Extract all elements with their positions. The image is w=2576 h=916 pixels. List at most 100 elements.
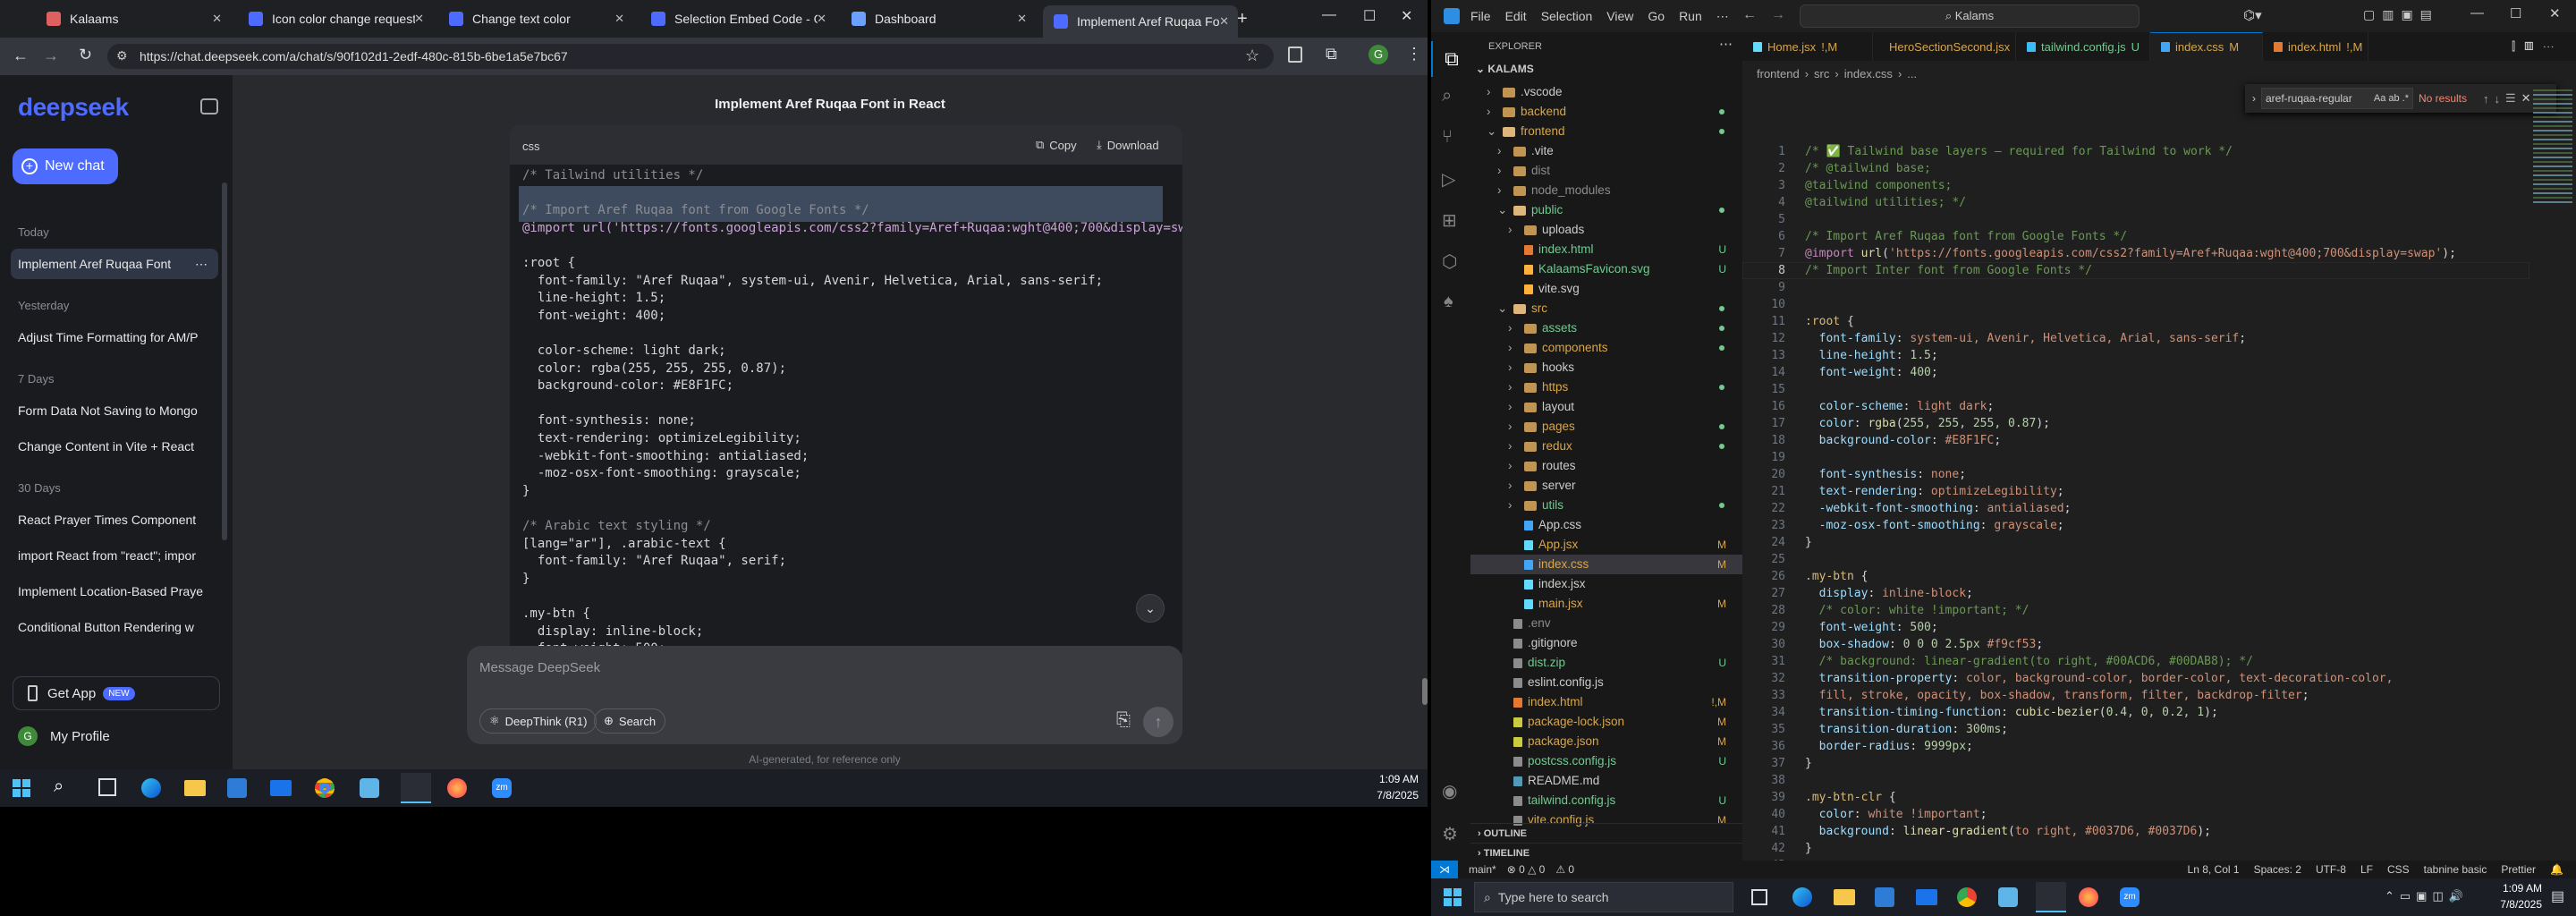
tree-item[interactable]: › server bbox=[1470, 476, 1742, 496]
new-chat-button[interactable]: + New chat bbox=[13, 148, 118, 184]
find-close-icon[interactable]: ✕ bbox=[2521, 91, 2531, 106]
accounts-icon[interactable]: ◉ bbox=[1442, 780, 1457, 802]
chat-history-item[interactable]: React Prayer Times Component bbox=[11, 505, 218, 535]
chat-history-item[interactable]: Conditional Button Rendering w bbox=[11, 612, 218, 642]
system-tray-icons[interactable]: ⌃▭▣◫🔊 bbox=[2385, 889, 2469, 903]
tree-item[interactable]: › node_modules bbox=[1470, 181, 1742, 200]
store-icon[interactable] bbox=[1875, 887, 1894, 907]
minimap[interactable] bbox=[2533, 89, 2572, 206]
command-center[interactable]: ⌕ Kalams bbox=[1800, 4, 2140, 28]
mail-icon[interactable] bbox=[270, 780, 292, 796]
task-view-icon[interactable] bbox=[1751, 889, 1767, 905]
chat-history-item[interactable]: Implement Location-Based Praye bbox=[11, 576, 218, 606]
tree-item[interactable]: package.json M bbox=[1470, 732, 1742, 751]
menu-item[interactable]: Go bbox=[1648, 9, 1665, 23]
cursor-position[interactable]: Ln 8, Col 1 bbox=[2188, 863, 2240, 876]
clock-date[interactable]: 7/8/2025 bbox=[2483, 898, 2542, 911]
chrome-icon[interactable] bbox=[315, 778, 335, 798]
find-selection-icon[interactable]: ☰ bbox=[2505, 91, 2516, 106]
editor-actions[interactable]: ⫿▥⋯ bbox=[2512, 39, 2563, 54]
notifications-icon[interactable]: 🔔 bbox=[2550, 863, 2563, 876]
tabnine-status[interactable]: tabnine basic bbox=[2424, 863, 2487, 876]
tree-item[interactable]: KalaamsFavicon.svg U bbox=[1470, 259, 1742, 279]
tree-item[interactable]: › backend bbox=[1470, 102, 1742, 122]
timeline-section[interactable]: › TIMELINE bbox=[1470, 843, 1742, 862]
extension-icon[interactable] bbox=[1288, 47, 1302, 63]
menu-item[interactable]: Run bbox=[1679, 9, 1702, 23]
vscode-maximize-icon[interactable]: ☐ bbox=[2510, 5, 2521, 21]
explorer-more-icon[interactable]: ⋯ bbox=[1719, 36, 1733, 52]
copilot-icon[interactable]: ⌬▾ bbox=[2243, 7, 2262, 23]
tree-item[interactable]: App.css bbox=[1470, 515, 1742, 535]
profile-avatar[interactable]: G bbox=[1368, 45, 1388, 64]
toggle-replace-icon[interactable]: › bbox=[2252, 92, 2256, 105]
tab-close-icon[interactable]: ✕ bbox=[817, 12, 826, 26]
copy-button[interactable]: ⧉ Copy bbox=[1036, 138, 1077, 152]
find-options-icons[interactable]: Aa ab .* bbox=[2374, 89, 2409, 108]
tree-item[interactable]: › components bbox=[1470, 338, 1742, 358]
mongodb-leaf-icon[interactable]: ♠ bbox=[1444, 292, 1453, 312]
menu-item[interactable]: File bbox=[1470, 9, 1491, 23]
search-view-icon[interactable]: ⌕ bbox=[1442, 86, 1452, 106]
workspace-root[interactable]: ⌄ KALAMS bbox=[1476, 63, 1534, 75]
bookmark-star-icon[interactable]: ☆ bbox=[1245, 47, 1259, 65]
tree-item[interactable]: index.css M bbox=[1470, 555, 1742, 574]
zoom-icon[interactable]: zm bbox=[492, 778, 512, 798]
store-icon[interactable] bbox=[227, 778, 247, 798]
git-branch[interactable]: main* bbox=[1469, 863, 1496, 876]
chat-history-item[interactable]: Change Content in Vite + React bbox=[11, 431, 218, 462]
warnings-count[interactable]: ⚠ 0 bbox=[1555, 863, 1574, 876]
breadcrumb-item[interactable]: index.css bbox=[1844, 67, 1893, 81]
tree-item[interactable]: .env bbox=[1470, 614, 1742, 633]
menu-item[interactable]: Edit bbox=[1505, 9, 1527, 23]
editor-tab[interactable]: tailwind.config.js U bbox=[2016, 32, 2150, 61]
tab-close-icon[interactable]: ✕ bbox=[414, 12, 424, 26]
tree-item[interactable]: main.jsx M bbox=[1470, 594, 1742, 614]
menu-overflow-icon[interactable]: ⋯ bbox=[1716, 9, 1729, 24]
source-control-icon[interactable]: ⑂ bbox=[1442, 127, 1453, 148]
chat-scrollbar[interactable] bbox=[1422, 678, 1428, 705]
download-button[interactable]: ⤓ Download bbox=[1097, 138, 1159, 152]
extensions-icon[interactable]: ⊞ bbox=[1442, 209, 1457, 232]
edge-icon[interactable] bbox=[1792, 887, 1812, 907]
file-explorer-icon[interactable] bbox=[1834, 889, 1855, 905]
browser-tab[interactable]: Dashboard ✕ bbox=[841, 5, 1036, 32]
tree-item[interactable]: › layout bbox=[1470, 397, 1742, 417]
tree-item[interactable]: App.jsx M bbox=[1470, 535, 1742, 555]
tree-item[interactable]: › uploads bbox=[1470, 220, 1742, 240]
language-mode[interactable]: CSS bbox=[2387, 863, 2410, 876]
browser-menu-icon[interactable]: ⋮ bbox=[1406, 45, 1422, 64]
task-view-icon[interactable] bbox=[98, 778, 116, 796]
encoding[interactable]: UTF-8 bbox=[2316, 863, 2346, 876]
browser-tab[interactable]: Implement Aref Ruqaa Font ✕ bbox=[1043, 5, 1238, 38]
browser-tab[interactable]: Icon color change request ✕ bbox=[238, 5, 433, 32]
editor-tab[interactable]: HeroSectionSecond.jsx!,M bbox=[1873, 32, 2031, 61]
indentation[interactable]: Spaces: 2 bbox=[2254, 863, 2301, 876]
tree-item[interactable]: README.md bbox=[1470, 771, 1742, 791]
tree-item[interactable]: index.jsx bbox=[1470, 574, 1742, 594]
editor-tab[interactable]: index.css M bbox=[2150, 32, 2263, 61]
deepthink-toggle[interactable]: ⚛ DeepThink (R1) bbox=[479, 708, 597, 734]
app-icon[interactable] bbox=[1998, 887, 2018, 907]
tree-item[interactable]: › redux bbox=[1470, 437, 1742, 456]
search-icon[interactable]: ⌕ bbox=[54, 776, 64, 797]
run-debug-icon[interactable]: ▷ bbox=[1442, 168, 1455, 191]
my-profile[interactable]: G My Profile bbox=[18, 723, 110, 750]
collapse-sidebar-icon[interactable] bbox=[200, 98, 218, 114]
prettier-status[interactable]: Prettier bbox=[2501, 863, 2536, 876]
search-toggle[interactable]: ⊕ Search bbox=[594, 708, 666, 734]
file-explorer-icon[interactable] bbox=[184, 780, 206, 796]
chat-history-item[interactable]: import React from "react"; impor bbox=[11, 540, 218, 571]
menu-item[interactable]: View bbox=[1606, 9, 1633, 23]
nav-forward-icon[interactable]: → bbox=[1771, 7, 1785, 23]
manage-gear-icon[interactable]: ⚙ bbox=[1442, 823, 1458, 845]
vscode-minimize-icon[interactable]: — bbox=[2470, 5, 2484, 21]
maximize-window-icon[interactable]: ☐ bbox=[1363, 7, 1376, 25]
problems-count[interactable]: ⊗ 0 △ 0 bbox=[1507, 863, 1546, 876]
address-bar[interactable]: https://chat.deepseek.com/a/chat/s/90f10… bbox=[107, 44, 1274, 69]
tab-close-icon[interactable]: ✕ bbox=[614, 12, 624, 26]
find-next-icon[interactable]: ↓ bbox=[2495, 92, 2501, 106]
firefox-icon[interactable] bbox=[447, 778, 467, 798]
breadcrumb-item[interactable]: ... bbox=[1907, 67, 1917, 81]
explorer-icon[interactable]: ⧉ bbox=[1431, 41, 1470, 77]
